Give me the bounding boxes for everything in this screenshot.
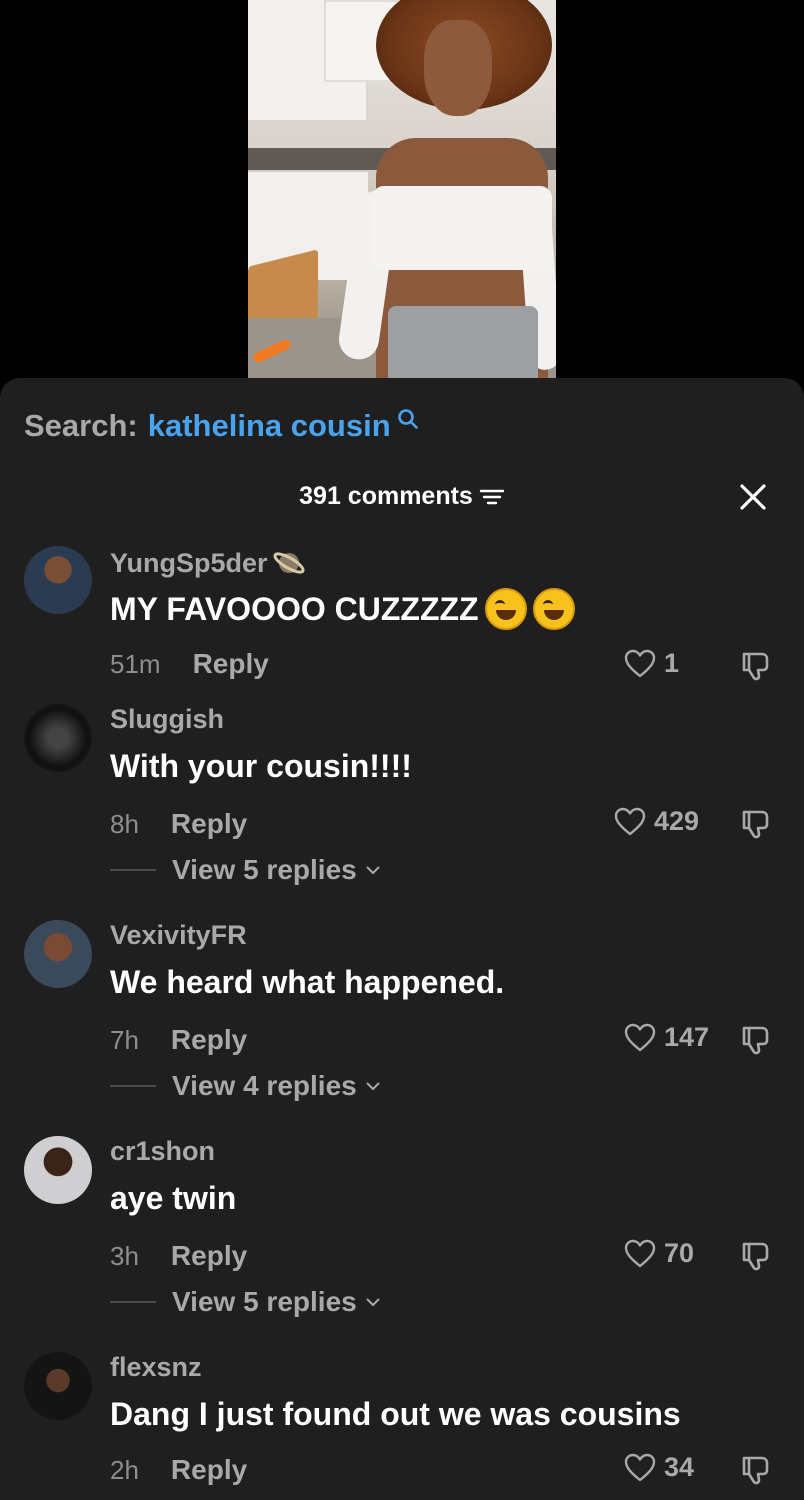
comment-meta: 2h Reply — [110, 1454, 247, 1486]
avatar[interactable] — [24, 920, 92, 988]
avatar[interactable] — [24, 1352, 92, 1420]
reply-button[interactable]: Reply — [171, 1454, 247, 1486]
avatar[interactable] — [24, 1136, 92, 1204]
chevron-down-icon — [366, 1082, 380, 1091]
chevron-down-icon — [366, 1298, 380, 1307]
replies-divider — [110, 1301, 156, 1303]
sort-filter-icon[interactable] — [479, 488, 505, 506]
video-person-top — [372, 186, 552, 270]
comment-time: 2h — [110, 1454, 139, 1485]
comment-text: We heard what happened. — [110, 964, 505, 1000]
comments-count: 391 comments — [299, 482, 473, 510]
tears-of-joy-emoji-icon — [484, 588, 527, 630]
comment-item: Sluggish With your cousin!!!! 8h Reply 4… — [0, 702, 804, 892]
like-count: 34 — [664, 1452, 695, 1482]
search-icon — [397, 409, 418, 429]
like-count: 1 — [664, 648, 680, 678]
view-replies-button[interactable]: View 4 replies — [110, 1070, 381, 1102]
comments-count-sort[interactable]: 391 comments — [299, 482, 505, 511]
comment-time: 3h — [110, 1240, 139, 1271]
heart-icon — [614, 807, 646, 835]
comment-item: VexivityFR We heard what happened. 7h Re… — [0, 918, 804, 1108]
comment-username[interactable]: Sluggish — [110, 704, 224, 735]
dislike-icon[interactable] — [738, 1238, 774, 1274]
like-button[interactable]: 429 — [614, 806, 699, 837]
replies-divider — [110, 869, 156, 871]
comment-time: 51m — [110, 648, 161, 679]
heart-icon — [624, 649, 656, 677]
like-count: 147 — [664, 1022, 710, 1052]
comment-meta: 3h Reply — [110, 1240, 247, 1272]
comment-meta: 8h Reply — [110, 808, 247, 840]
comment-text: With your cousin!!!! — [110, 748, 412, 784]
search-term-link[interactable]: kathelina cousin — [148, 408, 391, 444]
reply-button[interactable]: Reply — [171, 808, 247, 840]
comment-item: flexsnz Dang I just found out we was cou… — [0, 1350, 804, 1500]
comment-username[interactable]: cr1shon — [110, 1136, 215, 1167]
like-button[interactable]: 147 — [624, 1022, 709, 1053]
avatar[interactable] — [24, 704, 92, 772]
dislike-icon[interactable] — [738, 1022, 774, 1058]
comment-text: MY FAVOOOO CUZZZZZ — [110, 588, 575, 630]
comment-meta: 51m Reply — [110, 648, 269, 680]
like-count: 70 — [664, 1238, 695, 1268]
comment-username[interactable]: VexivityFR — [110, 920, 247, 951]
like-button[interactable]: 70 — [624, 1238, 694, 1269]
comment-text: aye twin — [110, 1180, 237, 1216]
video-thumbnail[interactable] — [248, 0, 556, 378]
search-label: Search: — [24, 408, 138, 443]
close-icon[interactable] — [736, 480, 770, 514]
reply-button[interactable]: Reply — [171, 1024, 247, 1056]
comment-time: 7h — [110, 1024, 139, 1055]
comments-header: 391 comments — [0, 478, 804, 518]
chevron-down-icon — [366, 866, 380, 875]
replies-divider — [110, 1085, 156, 1087]
comment-username[interactable]: flexsnz — [110, 1352, 202, 1383]
like-button[interactable]: 1 — [624, 648, 679, 679]
view-replies-button[interactable]: View 5 replies — [110, 854, 381, 886]
view-replies-button[interactable]: View 5 replies — [110, 1286, 381, 1318]
comment-item: YungSp5der MY FAVOOOO CUZZZZZ 51m Reply … — [0, 544, 804, 694]
like-count: 429 — [654, 806, 700, 836]
reply-button[interactable]: Reply — [193, 648, 269, 680]
dislike-icon[interactable] — [738, 806, 774, 842]
comment-text: Dang I just found out we was cousins — [110, 1396, 681, 1432]
comment-time: 8h — [110, 808, 139, 839]
video-person-pants — [388, 306, 538, 378]
comments-sheet: Search: kathelina cousin 391 comments Yu… — [0, 378, 804, 1500]
comment-item: cr1shon aye twin 3h Reply 70 View 5 repl… — [0, 1134, 804, 1324]
search-suggestion[interactable]: Search: kathelina cousin — [24, 406, 419, 446]
comment-username[interactable]: YungSp5der — [110, 546, 306, 580]
dislike-icon[interactable] — [738, 648, 774, 684]
video-area[interactable] — [0, 0, 804, 378]
dislike-icon[interactable] — [738, 1452, 774, 1488]
like-button[interactable]: 34 — [624, 1452, 694, 1483]
ringed-planet-icon — [272, 552, 305, 574]
heart-icon — [624, 1453, 656, 1481]
comment-meta: 7h Reply — [110, 1024, 247, 1056]
video-person-face — [424, 20, 492, 116]
heart-icon — [624, 1239, 656, 1267]
tears-of-joy-emoji-icon — [532, 588, 575, 630]
avatar[interactable] — [24, 546, 92, 614]
heart-icon — [624, 1023, 656, 1051]
reply-button[interactable]: Reply — [171, 1240, 247, 1272]
